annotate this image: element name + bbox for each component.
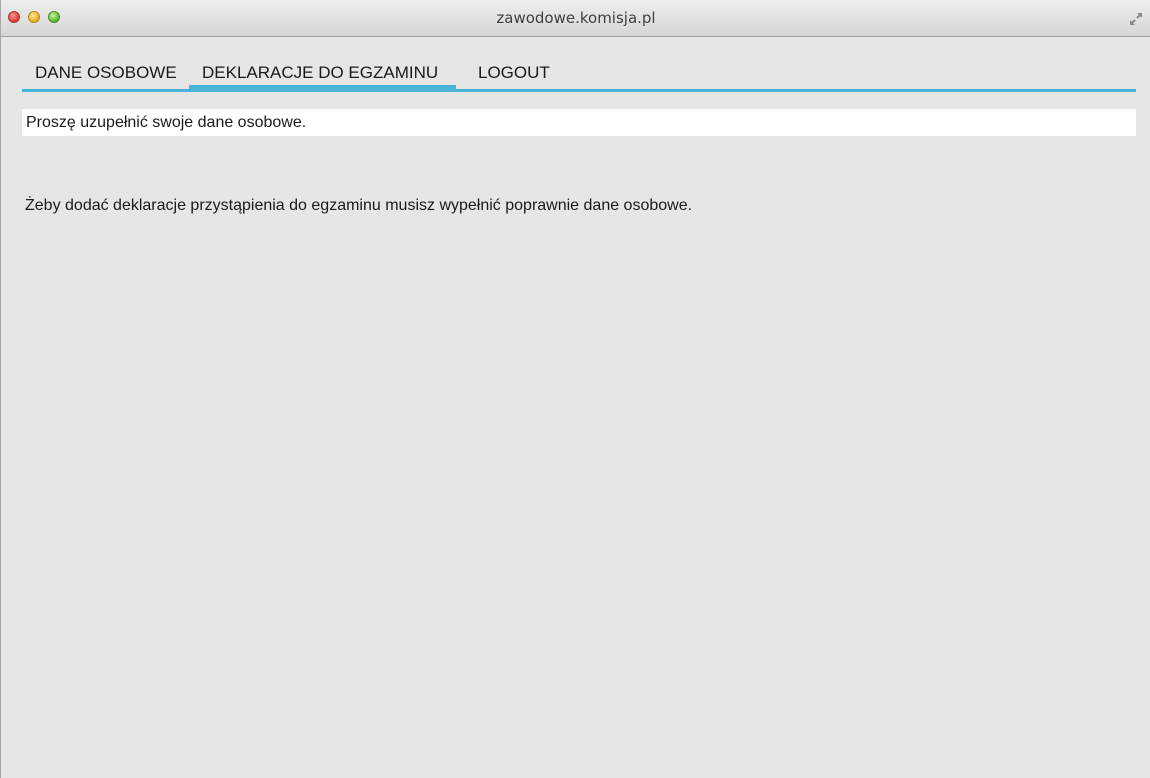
app-window: zawodowe.komisja.pl DANE OSOBOWE DEKLARA… [0,0,1150,778]
notice-banner: Proszę uzupełnić swoje dane osobowe. [22,109,1136,136]
tab-deklaracje-do-egzaminu[interactable]: DEKLARACJE DO EGZAMINU [189,56,456,90]
title-bar[interactable]: zawodowe.komisja.pl [1,0,1150,37]
tab-dane-osobowe[interactable]: DANE OSOBOWE [22,56,190,89]
window-title: zawodowe.komisja.pl [496,9,656,27]
tab-logout[interactable]: LOGOUT [465,56,563,89]
info-message: Żeby dodać deklaracje przystąpienia do e… [25,197,693,214]
fullscreen-icon[interactable] [1129,12,1143,26]
main-nav-tabs: DANE OSOBOWE DEKLARACJE DO EGZAMINU LOGO… [22,56,1136,92]
